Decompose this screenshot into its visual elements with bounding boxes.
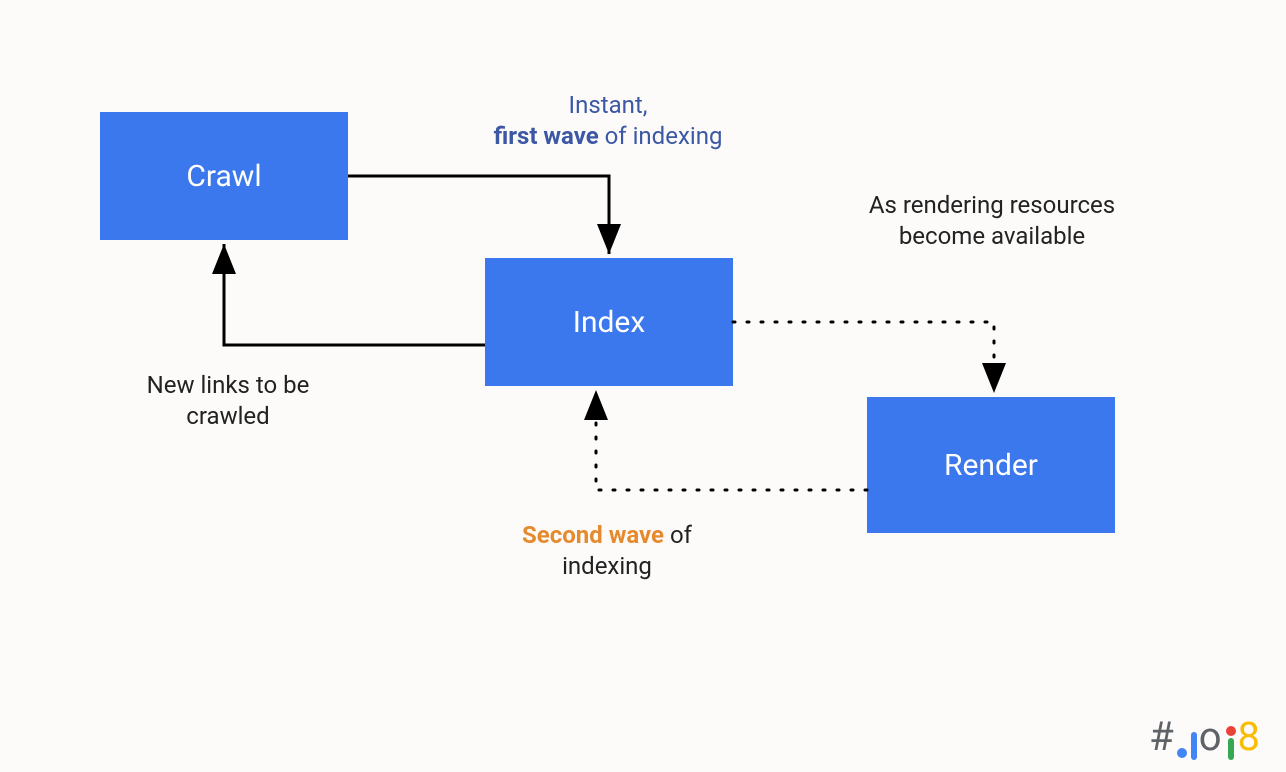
first-wave-bold: first wave — [494, 122, 599, 150]
dot-blue-icon — [1177, 748, 1187, 758]
node-index-label: Index — [573, 305, 645, 340]
edge-label-second-wave: Second wave of indexing — [502, 520, 712, 582]
node-crawl: Crawl — [100, 112, 348, 240]
node-index: Index — [485, 258, 733, 386]
watermark-o: o — [1199, 713, 1224, 760]
dot-red-icon — [1226, 726, 1236, 736]
node-render: Render — [867, 397, 1115, 533]
first-wave-line1: Instant, — [478, 90, 738, 121]
watermark-hash: # — [1149, 713, 1176, 760]
node-crawl-label: Crawl — [186, 159, 261, 194]
bar-blue-icon — [1191, 732, 1197, 760]
bar-green-icon — [1228, 738, 1234, 760]
watermark-io18: # o 8 — [1149, 713, 1262, 760]
edge-index-to-crawl — [224, 244, 485, 345]
second-wave-bold: Second wave — [522, 521, 664, 549]
edge-label-first-wave: Instant, first wave of indexing — [478, 90, 738, 152]
first-wave-rest: of indexing — [599, 122, 723, 150]
node-render-label: Render — [944, 448, 1038, 483]
edge-index-to-render — [733, 322, 994, 393]
edge-label-new-links: New links to be crawled — [128, 370, 328, 432]
watermark-eight: 8 — [1238, 713, 1262, 760]
edge-crawl-to-index — [348, 176, 609, 254]
edge-label-resources: As rendering resources become available — [862, 190, 1122, 252]
edge-render-to-index — [596, 390, 867, 490]
